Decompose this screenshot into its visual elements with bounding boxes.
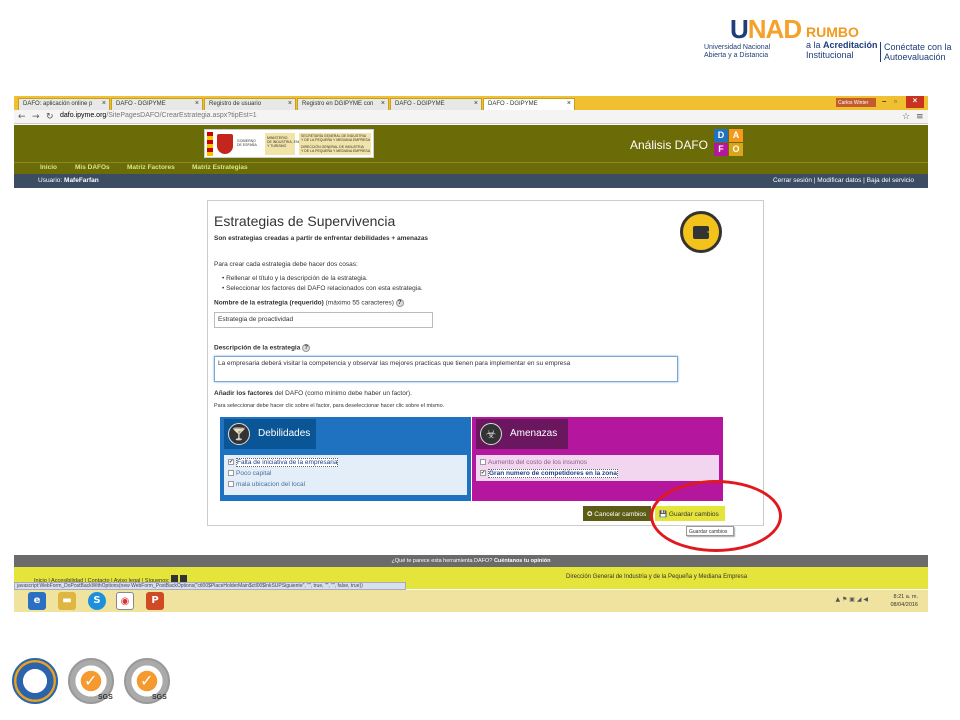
list-item[interactable]: ✔ Falta de iniciativa de la empresaria — [228, 458, 339, 467]
windows-taskbar: e ▬ S ◉ P ▲ ⚑ ▣ ◢ ◀ 8:21 a. m. 08/04/2016 — [14, 590, 928, 612]
first-aid-kit-icon: + — [680, 211, 722, 253]
debilidades-header: 🍸 Debilidades — [224, 419, 316, 449]
cancel-icon: ✪ — [587, 511, 593, 518]
close-icon[interactable]: × — [906, 96, 924, 108]
sgs-label: SGS — [152, 694, 167, 701]
user-bar: Usuario: MafeFarfan Cerrar sesión | Modi… — [14, 174, 928, 188]
footer-organization: Dirección General de Industria y de la P… — [566, 574, 748, 580]
slide: UNAD Universidad Nacional Abierta y a Di… — [0, 0, 960, 720]
unad-subtitle: Universidad Nacional Abierta y a Distanc… — [704, 44, 771, 59]
facebook-icon[interactable] — [179, 575, 187, 582]
main-menu: Inicio Mis DAFOs Matriz Factores Matriz … — [14, 162, 928, 174]
cancel-button[interactable]: ✪ Cancelar cambios — [583, 506, 651, 521]
broken-cup-icon: 🍸 — [228, 423, 250, 445]
menu-item-mis-dafos[interactable]: Mis DAFOs — [75, 164, 110, 171]
browser-tab[interactable]: Registro de usuario × — [204, 98, 296, 110]
coat-of-arms-icon — [217, 134, 233, 154]
browser-tab[interactable]: DAFO: aplicación online p × — [18, 98, 110, 110]
powerpoint-icon[interactable]: P — [146, 592, 164, 610]
minimize-icon[interactable]: – — [882, 97, 886, 106]
menu-item-inicio[interactable]: Inicio — [40, 164, 57, 171]
page-title: Estrategias de Supervivencia — [214, 213, 396, 229]
browser-tab[interactable]: DAFO - DGIPYME × — [111, 98, 203, 110]
site-title: Análisis DAFO — [630, 138, 709, 152]
checkbox[interactable] — [480, 459, 486, 466]
page-subtitle: Son estrategias creadas a partir de enfr… — [214, 235, 429, 242]
biohazard-icon: ☣ — [480, 423, 502, 445]
menu-item-matriz-estrategias[interactable]: Matriz Estrategias — [192, 164, 248, 171]
factors-help: Para seleccionar debe hacer clic sobre e… — [214, 403, 445, 409]
system-tray[interactable]: ▲ ⚑ ▣ ◢ ◀ — [835, 596, 868, 603]
reload-icon[interactable]: ↻ — [46, 112, 54, 122]
list-item[interactable]: Poco capital — [228, 470, 271, 477]
checkbox[interactable]: ✔ — [480, 470, 486, 477]
menu-item-matriz-factores[interactable]: Matriz Factores — [127, 164, 175, 171]
folder-icon[interactable]: ▬ — [58, 592, 76, 610]
help-icon[interactable]: ? — [395, 299, 404, 307]
account-links[interactable]: Cerrar sesión | Modificar datos | Baja d… — [773, 177, 914, 184]
address-bar: ← → ↻ dafo.ipyme.org/SitePagesDAFO/Crear… — [14, 110, 928, 124]
ie-icon[interactable]: e — [28, 592, 46, 610]
browser-user-badge[interactable]: Carlos Winter — [836, 98, 876, 107]
highlight-circle — [650, 480, 782, 552]
browser-tab-strip: DAFO: aplicación online p × DAFO - DGIPYM… — [14, 96, 928, 110]
browser-tab-active[interactable]: DAFO - DGIPYME × — [483, 98, 575, 110]
list-item[interactable]: Aumento del costo de los insumos — [480, 459, 587, 466]
menu-icon[interactable]: ≡ — [916, 112, 924, 122]
colombia-seal-icon — [12, 658, 58, 704]
rumbo-subtitle: a la Acreditación Institucional — [806, 40, 878, 60]
forward-icon[interactable]: → — [32, 112, 40, 122]
maximize-icon[interactable]: ▫ — [894, 97, 897, 106]
browser-screenshot: DAFO: aplicación online p × DAFO - DGIPYM… — [14, 96, 928, 612]
status-bar-url: javascript:WebForm_DoPostBackWithOptions… — [14, 582, 406, 590]
conectate-logo: Conéctate con la Autoevaluación — [880, 42, 952, 62]
debilidades-panel: 🍸 Debilidades ✔ Falta de iniciativa de la… — [220, 417, 471, 501]
bookmark-star-icon[interactable]: ☆ — [902, 112, 910, 122]
list-item[interactable]: mala ubicacion del local — [228, 481, 305, 488]
name-field-label: Nombre de la estrategia (requerido) (máx… — [214, 299, 404, 307]
browser-tab[interactable]: Registro en DGIPYME con × — [297, 98, 389, 110]
rumbo-logo: RUMBO — [806, 24, 859, 40]
checkbox[interactable]: ✔ — [228, 459, 234, 466]
checkbox[interactable] — [228, 481, 234, 488]
factors-label: Añadir los factores del DAFO (como mínim… — [214, 390, 412, 397]
unad-logo: UNAD — [730, 14, 802, 44]
help-icon[interactable]: ? — [302, 344, 311, 352]
list-item[interactable]: ✔ Gran numero de competidores en la zona — [480, 469, 618, 478]
dafo-logo: D A F O — [714, 129, 744, 157]
sgs-label: SGS — [98, 694, 113, 701]
strategy-name-input[interactable]: Estrategia de proactividad — [214, 312, 433, 328]
skype-icon[interactable]: S — [88, 592, 106, 610]
amenazas-list: Aumento del costo de los insumos ✔ Gran n… — [476, 455, 719, 481]
government-logo: GOBIERNO DE ESPAÑA MINISTERIO DE INDUSTRIA… — [204, 129, 374, 158]
description-field-label: Descripción de la estrategia ? — [214, 344, 311, 352]
site-header: GOBIERNO DE ESPAÑA MINISTERIO DE INDUSTRIA… — [14, 125, 928, 162]
clock[interactable]: 8:21 a. m. 08/04/2016 — [890, 593, 918, 609]
feedback-bar[interactable]: ¿Qué te parece esta herramienta DAFO? Cu… — [14, 555, 928, 567]
instructions-intro: Para crear cada estrategia debe hacer do… — [214, 261, 358, 268]
user-name: MafeFarfan — [64, 177, 99, 184]
flag-icon — [207, 132, 213, 156]
browser-tab[interactable]: DAFO - DGIPYME × — [390, 98, 482, 110]
url-input[interactable]: dafo.ipyme.org/SitePagesDAFO/CrearEstrat… — [60, 112, 257, 119]
twitter-icon[interactable] — [171, 575, 179, 582]
strategy-description-textarea[interactable]: La empresaria deberá visitar la competen… — [214, 356, 678, 382]
instruction-bullet: • Rellenar el título y la descripción de… — [222, 275, 368, 282]
strategy-form-card: Estrategias de Supervivencia Son estrate… — [207, 200, 764, 536]
checkbox[interactable] — [228, 470, 234, 477]
debilidades-list: ✔ Falta de iniciativa de la empresaria Po… — [224, 455, 467, 495]
back-icon[interactable]: ← — [18, 112, 26, 122]
instruction-bullet: • Seleccionar los factores del DAFO rela… — [222, 285, 423, 292]
chrome-icon[interactable]: ◉ — [116, 592, 134, 610]
amenazas-header: ☣ Amenazas — [476, 419, 568, 449]
